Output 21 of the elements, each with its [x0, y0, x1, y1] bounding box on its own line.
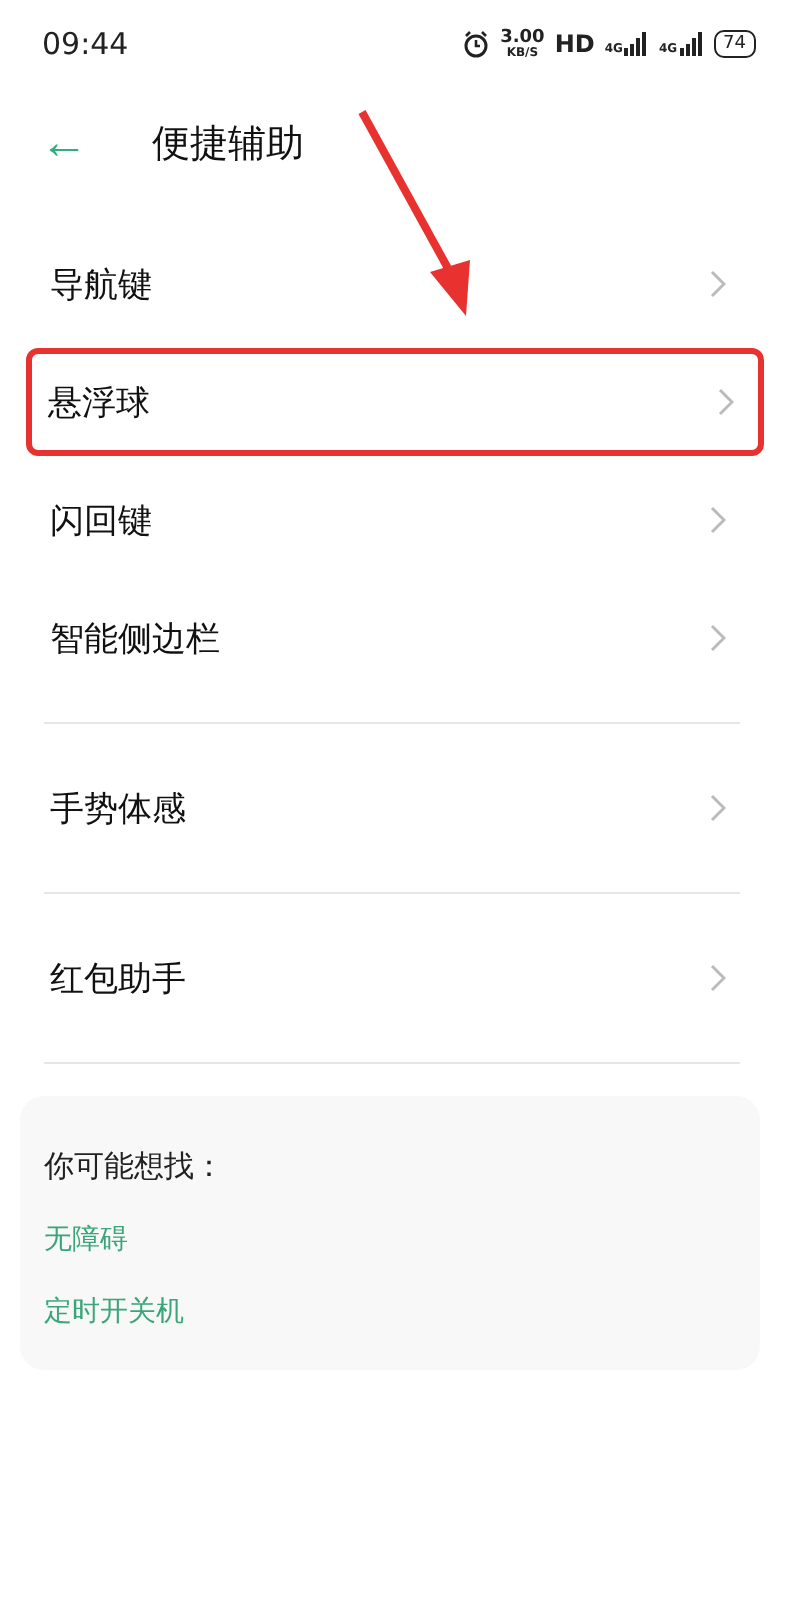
battery-level: 74	[713, 30, 756, 58]
network-speed: 3.00	[500, 29, 545, 47]
chevron-icon	[710, 964, 726, 992]
settings-row[interactable]: 闪回键	[44, 466, 740, 574]
page-title: 便捷辅助	[152, 120, 304, 170]
chevron-icon	[718, 388, 734, 416]
settings-row[interactable]: 手势体感	[44, 754, 740, 862]
settings-row[interactable]: 红包助手	[44, 924, 740, 1032]
signal-icon	[679, 32, 704, 56]
settings-row[interactable]: 智能侧边栏	[44, 584, 740, 692]
chevron-icon	[710, 624, 726, 652]
alarm-icon	[462, 30, 491, 58]
status-time: 09:44	[42, 26, 129, 62]
settings-row[interactable]: 导航键	[44, 230, 740, 338]
chevron-icon	[710, 506, 726, 534]
chevron-icon	[710, 270, 726, 298]
chevron-icon	[710, 794, 726, 822]
suggestion-title: 你可能想找：	[44, 1148, 226, 1186]
highlighted-settings-row[interactable]: 悬浮球	[26, 348, 764, 456]
hd-indicator: HD	[554, 30, 595, 58]
signal-icon	[624, 32, 649, 56]
